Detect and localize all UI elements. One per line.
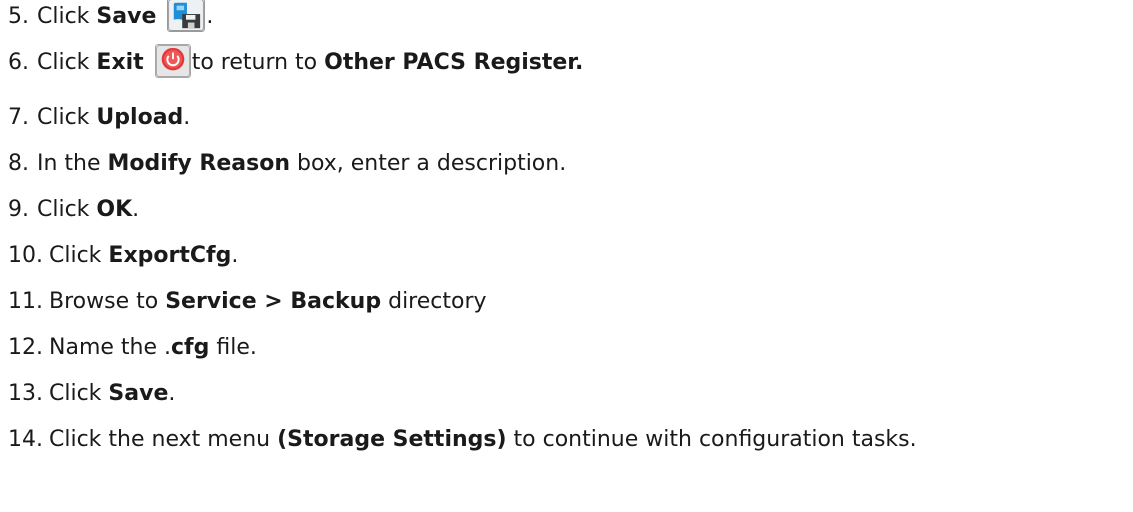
step-number: 13. [8, 381, 43, 406]
step-14: 14. Click the next menu (Storage Settings… [8, 414, 1128, 460]
step-bold-term: Service > Backup [165, 289, 382, 314]
step-text: Click [37, 50, 97, 75]
step-bold-term: Upload [96, 105, 184, 130]
step-text: Click [37, 197, 97, 222]
instruction-steps: 5. Click Save . 6. Click Exit to return … [8, 0, 1128, 460]
step-text: Click [37, 4, 97, 29]
save-disk-icon [167, 0, 206, 37]
step-bold-term: (Storage Settings) [277, 427, 507, 452]
step-text: Browse to [49, 289, 166, 314]
step-13: 13. Click Save. [8, 368, 1128, 414]
step-bold-term: Other PACS Register. [324, 50, 584, 75]
step-bold-term: cfg [171, 335, 210, 360]
step-text: to return to [191, 50, 325, 75]
step-number: 11. [8, 289, 43, 314]
step-number: 9. [8, 197, 29, 222]
step-text: Click [37, 105, 97, 130]
step-number: 6. [8, 50, 29, 75]
step-text: file. [209, 335, 257, 360]
step-bold-term: Save [108, 381, 169, 406]
step-text: Click [49, 243, 109, 268]
step-text: Click [49, 381, 109, 406]
step-bold-term: ExportCfg [108, 243, 232, 268]
exit-power-icon [154, 44, 191, 83]
step-9: 9. Click OK. [8, 184, 1128, 230]
step-text: . [168, 381, 176, 406]
step-11: 11. Browse to Service > Backup directory [8, 276, 1128, 322]
step-number: 7. [8, 105, 29, 130]
step-bold-term: OK [96, 197, 133, 222]
step-text: directory [381, 289, 487, 314]
step-5: 5. Click Save . [8, 0, 1128, 46]
step-10: 10. Click ExportCfg. [8, 230, 1128, 276]
step-7: 7. Click Upload. [8, 92, 1128, 138]
step-text: . [132, 197, 140, 222]
step-text: In the [37, 151, 108, 176]
step-number: 5. [8, 4, 29, 29]
step-text: . [231, 243, 239, 268]
step-text: box, enter a description. [289, 151, 567, 176]
step-bold-term: Save [96, 4, 157, 29]
step-6: 6. Click Exit to return to Other PACS Reg… [8, 44, 1128, 92]
step-text: to continue with configuration tasks. [506, 427, 917, 452]
step-12: 12. Name the .cfg file. [8, 322, 1128, 368]
step-number: 10. [8, 243, 43, 268]
step-text: Name the . [49, 335, 171, 360]
step-text: . [183, 105, 191, 130]
step-number: 12. [8, 335, 43, 360]
step-bold-term: Exit [96, 50, 144, 75]
step-8: 8. In the Modify Reason box, enter a desc… [8, 138, 1128, 184]
step-text: Click the next menu [49, 427, 278, 452]
step-text: . [206, 4, 214, 29]
step-number: 8. [8, 151, 29, 176]
step-number: 14. [8, 427, 43, 452]
step-bold-term: Modify Reason [107, 151, 290, 176]
